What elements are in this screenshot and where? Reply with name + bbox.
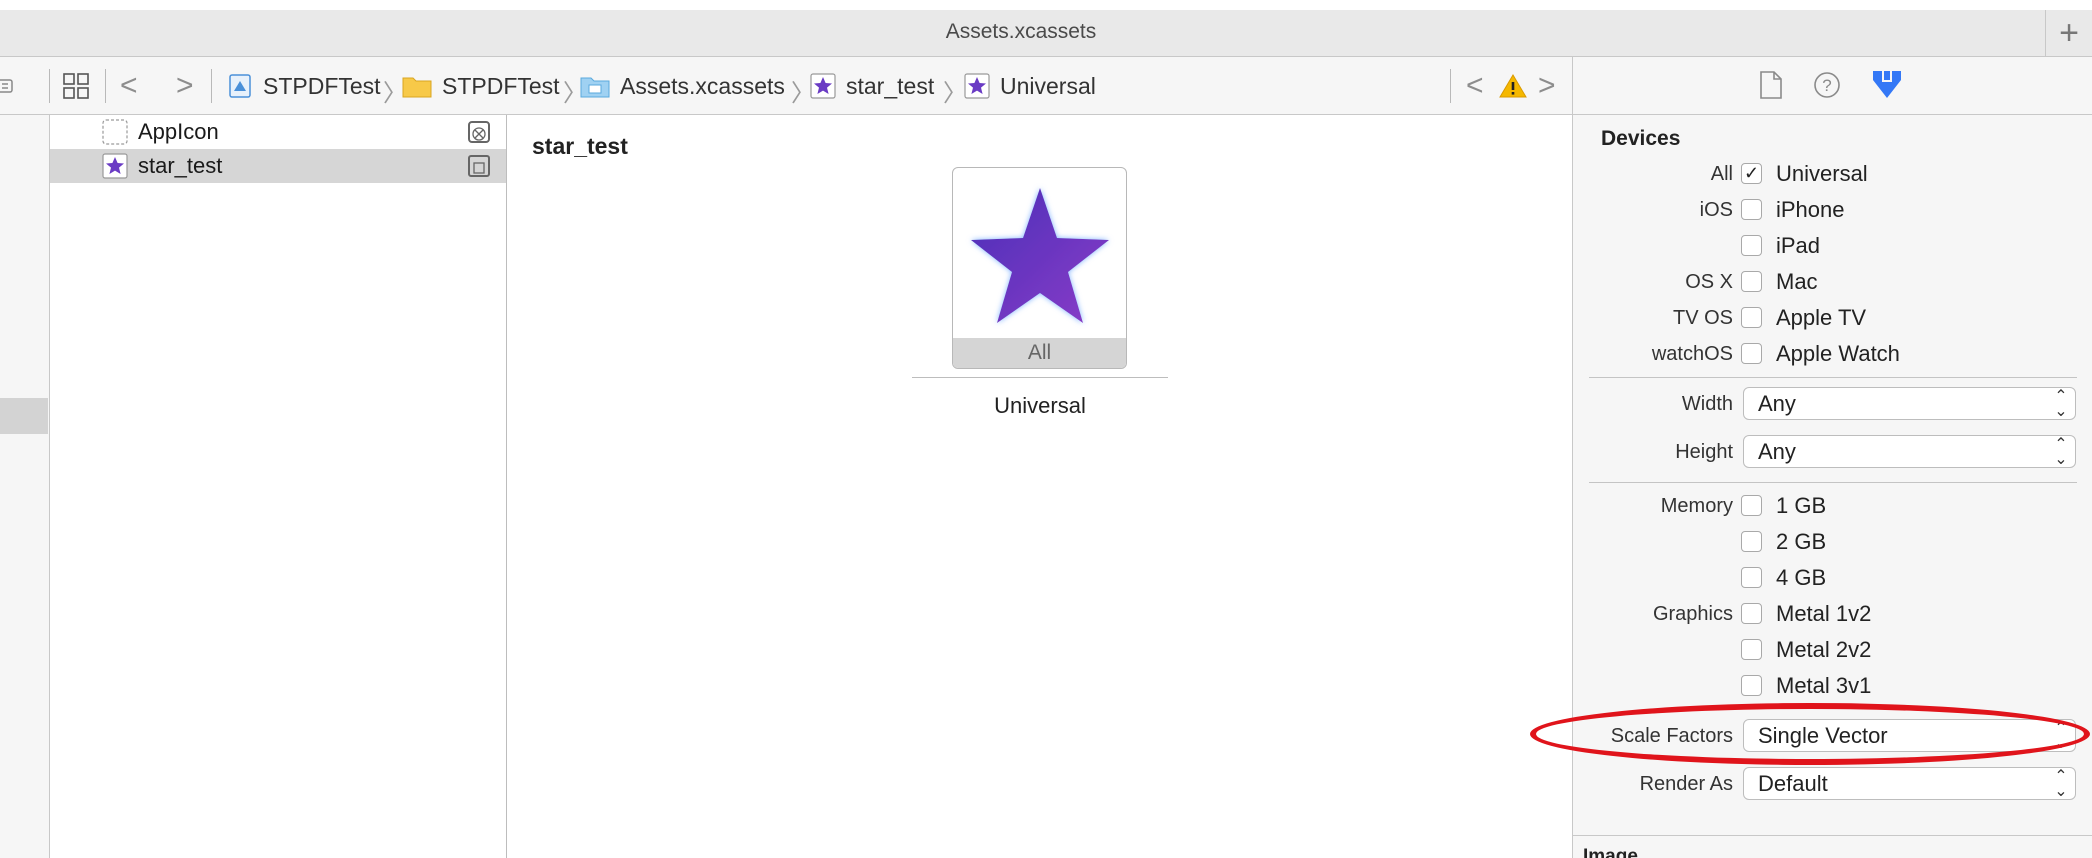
metal-2v2-checkbox[interactable]	[1741, 639, 1762, 660]
image-slot-all[interactable]: All	[952, 167, 1127, 369]
render-as-label: Render As	[1639, 773, 1733, 795]
ios-badge-icon	[468, 121, 490, 143]
star-image-icon	[964, 73, 990, 99]
asset-list: AppIcon star_test	[50, 115, 507, 858]
scale-factors-popup[interactable]: Single Vector ⌃ ⌄	[1743, 719, 2076, 752]
crumb-group[interactable]: STPDFTest	[402, 57, 560, 115]
iphone-checkbox[interactable]	[1741, 199, 1762, 220]
device-label: iPhone	[1776, 197, 1845, 222]
device-group-label: watchOS	[1651, 343, 1733, 365]
memory-option: 2 GB	[1776, 529, 1827, 554]
graphics-label: Graphics	[1652, 603, 1733, 625]
asset-item-star-test[interactable]: star_test	[50, 149, 506, 183]
slot-caption: Universal	[994, 393, 1086, 418]
popup-arrows-icon: ⌃ ⌄	[2054, 768, 2068, 800]
star-thumbnail-icon	[102, 153, 128, 179]
forward-button[interactable]: >	[176, 57, 194, 115]
ipad-checkbox[interactable]	[1741, 235, 1762, 256]
related-items-icon[interactable]	[62, 57, 90, 115]
slot-divider	[912, 377, 1168, 378]
file-inspector-icon[interactable]	[1759, 70, 1783, 105]
memory-label: Memory	[1660, 495, 1733, 517]
height-popup[interactable]: Any ⌃ ⌄	[1743, 435, 2076, 468]
folder-icon	[402, 73, 432, 99]
crumb-project[interactable]: STPDFTest	[227, 57, 381, 115]
device-label: Apple Watch	[1776, 341, 1900, 366]
device-group-label: iOS	[1699, 199, 1733, 221]
navigator-strip	[0, 115, 50, 858]
image-section-title: Image	[1583, 846, 1638, 858]
crumb-asset-catalog[interactable]: Assets.xcassets	[580, 57, 785, 115]
memory-1gb-checkbox[interactable]	[1741, 495, 1762, 516]
quick-help-icon[interactable]: ?	[1813, 71, 1841, 104]
attributes-inspector: Devices All ✓ Universal iOS iPhone iPad …	[1572, 115, 2092, 858]
metal-3v1-checkbox[interactable]	[1741, 675, 1762, 696]
popup-arrows-icon: ⌃ ⌄	[2054, 388, 2068, 420]
graphics-option: Metal 2v2	[1776, 637, 1872, 662]
metal-1v2-checkbox[interactable]	[1741, 603, 1762, 624]
divider	[1589, 377, 2077, 378]
app-icon-placeholder-icon	[102, 119, 128, 145]
popup-arrows-icon: ⌃ ⌄	[2054, 720, 2068, 752]
graphics-option: Metal 1v2	[1776, 601, 1872, 626]
device-label: Mac	[1776, 269, 1818, 294]
image-section-header: Image	[1573, 835, 2092, 858]
svg-text:?: ?	[1822, 76, 1831, 95]
asset-catalog-folder-icon	[580, 73, 610, 99]
add-tab-button[interactable]: +	[2045, 10, 2092, 56]
warning-icon[interactable]	[1499, 57, 1527, 115]
previous-issue-button[interactable]: <	[1466, 57, 1484, 115]
popup-arrows-icon: ⌃ ⌄	[2054, 436, 2068, 468]
project-icon	[227, 73, 253, 99]
tab-title[interactable]: Assets.xcassets	[0, 20, 2042, 44]
memory-2gb-checkbox[interactable]	[1741, 531, 1762, 552]
crumb-universal[interactable]: Universal	[964, 57, 1096, 115]
star-image	[971, 188, 1109, 323]
crumb-image-set[interactable]: star_test	[810, 57, 934, 115]
attributes-inspector-icon[interactable]	[1871, 68, 1903, 107]
navigator-toggle-icon[interactable]	[0, 57, 14, 115]
width-popup[interactable]: Any ⌃ ⌄	[1743, 387, 2076, 420]
mac-checkbox[interactable]	[1741, 271, 1762, 292]
navigator-selection[interactable]	[0, 398, 48, 434]
inspector-tab-bar: ?	[1572, 57, 2092, 115]
memory-4gb-checkbox[interactable]	[1741, 567, 1762, 588]
slot-label: All	[953, 338, 1126, 368]
apple-watch-checkbox[interactable]	[1741, 343, 1762, 364]
device-label: Apple TV	[1776, 305, 1867, 330]
graphics-option: Metal 3v1	[1776, 673, 1872, 698]
device-label: Universal	[1776, 161, 1868, 186]
universal-checkbox[interactable]: ✓	[1741, 163, 1762, 184]
tab-bar: Assets.xcassets +	[0, 0, 2092, 57]
next-issue-button[interactable]: >	[1538, 57, 1556, 115]
apple-tv-checkbox[interactable]	[1741, 307, 1762, 328]
universal-badge-icon	[468, 155, 490, 177]
asset-item-appicon[interactable]: AppIcon	[50, 115, 506, 149]
jump-bar: < > STPDFTest 〉 STPDFTest 〉 Assets.xcass…	[0, 57, 1572, 115]
width-label: Width	[1681, 393, 1733, 415]
memory-option: 1 GB	[1776, 493, 1827, 518]
device-group-label: OS X	[1685, 271, 1733, 293]
height-label: Height	[1675, 441, 1733, 463]
asset-canvas: star_test All Universal	[508, 115, 1572, 858]
device-group-label: TV OS	[1672, 307, 1733, 329]
memory-option: 4 GB	[1776, 565, 1827, 590]
device-group-label: All	[1710, 163, 1733, 185]
device-label: iPad	[1776, 233, 1821, 258]
divider	[1589, 482, 2077, 483]
render-as-popup[interactable]: Default ⌃ ⌄	[1743, 767, 2076, 800]
image-set-title: star_test	[532, 133, 628, 159]
back-button[interactable]: <	[120, 57, 138, 115]
devices-section-title: Devices	[1601, 127, 1681, 150]
scale-factors-label: Scale Factors	[1610, 725, 1733, 747]
star-image-set-icon	[810, 73, 836, 99]
